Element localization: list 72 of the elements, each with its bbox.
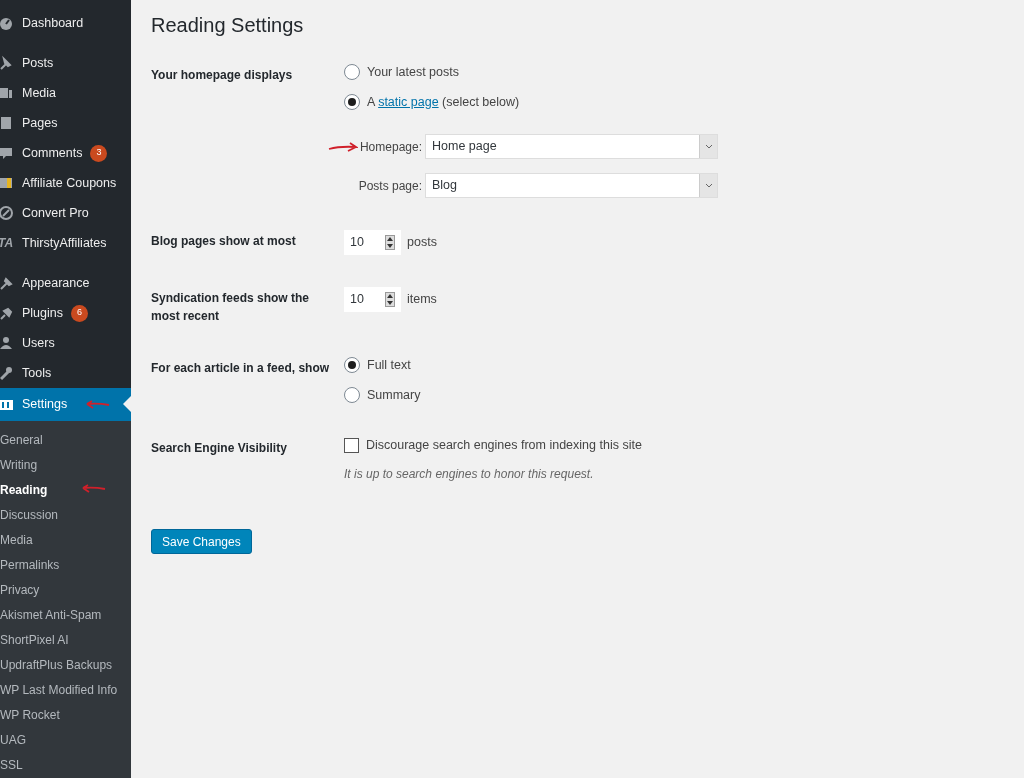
- paintbrush-icon: [0, 275, 14, 291]
- setting-label: Search Engine Visibility: [151, 440, 288, 457]
- dropdown-select[interactable]: Blog: [425, 173, 718, 198]
- sidebar-menu-item[interactable]: Pages: [0, 108, 131, 138]
- submenu-item[interactable]: SSL: [0, 752, 131, 777]
- setting-label: Syndication feeds show the most recent: [151, 290, 311, 325]
- dropdown-select[interactable]: Home page: [425, 134, 718, 159]
- option-label: A static page (select below): [367, 93, 520, 111]
- count-badge: 3: [90, 144, 108, 162]
- submenu-item[interactable]: Writing: [0, 452, 131, 477]
- sidebar-menu-item[interactable]: Appearance: [0, 268, 131, 298]
- circle-slash-icon: [0, 205, 14, 221]
- radio-button[interactable]: [344, 387, 360, 403]
- sidebar-menu-item[interactable]: Plugins 6: [0, 298, 131, 328]
- submenu-item[interactable]: General: [0, 427, 131, 452]
- number-field[interactable]: 10: [344, 230, 401, 255]
- select-label: Homepage:: [358, 138, 423, 156]
- submenu-item[interactable]: Discussion: [0, 502, 131, 527]
- submenu-item[interactable]: Permalinks: [0, 552, 131, 577]
- submenu-item[interactable]: UAG: [0, 727, 131, 752]
- radio-button[interactable]: [344, 94, 360, 110]
- sidebar-menu-item[interactable]: Posts: [0, 48, 131, 78]
- user-icon: [0, 335, 14, 351]
- pin-icon: [0, 55, 14, 71]
- speech-bubble-icon: [0, 145, 14, 161]
- submenu-item[interactable]: WP Rocket: [0, 702, 131, 727]
- radio-button[interactable]: [344, 64, 360, 80]
- setting-label: Your homepage displays: [151, 67, 294, 84]
- help-text: It is up to search engines to honor this request.: [344, 466, 595, 483]
- submenu-item[interactable]: UpdraftPlus Backups: [0, 652, 131, 677]
- sidebar-menu-item[interactable]: Dashboard: [0, 8, 131, 38]
- page-title: Reading Settings: [151, 13, 305, 38]
- spinner-icon: [385, 235, 395, 250]
- radio-button[interactable]: [344, 357, 360, 373]
- sidebar-menu-item[interactable]: Settings: [0, 388, 131, 421]
- sidebar-menu-item[interactable]: Affiliate Coupons: [0, 168, 131, 198]
- option-label: Summary: [367, 386, 421, 404]
- menu-pointer-icon: [123, 396, 131, 412]
- submenu-item[interactable]: Privacy: [0, 577, 131, 602]
- hand-drawn-arrow: [84, 399, 110, 411]
- unit-label: posts: [407, 234, 437, 252]
- hand-drawn-arrow: [328, 140, 358, 153]
- submenu-item[interactable]: WP Last Modified Info: [0, 677, 131, 702]
- sidebar-menu-item[interactable]: Tools: [0, 358, 131, 388]
- setting-label: Blog pages show at most: [151, 233, 297, 250]
- chevron-down-icon: [699, 174, 717, 197]
- chevron-down-icon: [699, 135, 717, 158]
- select-label: Posts page:: [358, 177, 423, 195]
- pages-icon: [0, 115, 14, 131]
- hand-drawn-arrow: [80, 483, 106, 495]
- sidebar-menu-item[interactable]: Comments 3: [0, 138, 131, 168]
- submenu-item[interactable]: Reading: [0, 477, 131, 502]
- save-changes-button[interactable]: Save Changes: [151, 529, 252, 554]
- number-field[interactable]: 10: [344, 287, 401, 312]
- coupon-icon: [0, 175, 14, 191]
- checkbox[interactable]: [344, 437, 359, 453]
- option-label: Your latest posts: [367, 63, 459, 81]
- submenu-item[interactable]: ShortPixel AI: [0, 627, 131, 652]
- submenu-item[interactable]: Akismet Anti-Spam: [0, 602, 131, 627]
- setting-label: For each article in a feed, show: [151, 360, 331, 377]
- spinner-icon: [385, 292, 395, 307]
- checkbox-label: Discourage search engines from indexing this site: [366, 436, 642, 454]
- count-badge: 6: [71, 304, 88, 322]
- static-page-link[interactable]: static page: [378, 94, 439, 109]
- sidebar-menu-item[interactable]: Convert Pro: [0, 198, 131, 228]
- option-label: Full text: [367, 356, 411, 374]
- sidebar-menu-item[interactable]: Users: [0, 328, 131, 358]
- media-icon: [0, 85, 14, 101]
- wrench-icon: [0, 365, 14, 381]
- unit-label: items: [407, 291, 437, 309]
- sidebar-menu-item[interactable]: Media: [0, 78, 131, 108]
- submenu-item[interactable]: Media: [0, 527, 131, 552]
